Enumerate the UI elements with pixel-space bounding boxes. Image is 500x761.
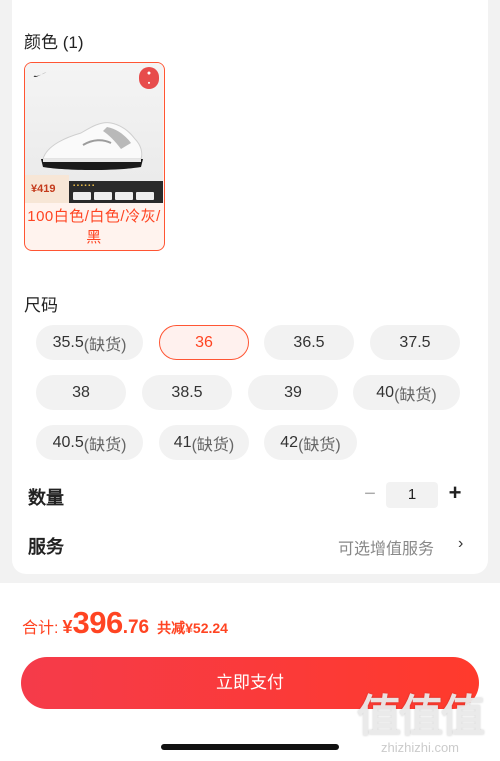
size-chip-39[interactable]: 39 [248,375,338,410]
total-label: 合计: [22,620,59,637]
promo-badge-icon: ● ▪ [139,67,159,89]
color-option-label: 100白色/白色/冷灰/黑 [27,208,161,246]
total-integer: 396 [72,605,123,640]
quantity-plus-button[interactable]: + [444,482,466,504]
size-chip-36[interactable]: 36 [159,325,249,360]
size-section-title: 尺码 [24,296,58,315]
size-chip-40-5[interactable]: 40.5 (缺货) [36,425,143,460]
sneaker-image [41,122,143,170]
size-chip-38-5[interactable]: 38.5 [142,375,232,410]
size-chip-40[interactable]: 40 (缺货) [353,375,460,410]
color-option-100[interactable]: ● ▪ ¥419 ▪ ▪ ▪ ▪ ▪ ▪ 100白色/白色/冷灰/黑 [24,62,165,251]
service-label: 服务 [28,537,64,557]
size-chip-41[interactable]: 41 (缺货) [159,425,249,460]
watermark-logo: 值值值 [357,692,485,741]
home-indicator[interactable] [161,744,339,750]
size-chip-42[interactable]: 42 (缺货) [264,425,357,460]
quantity-input[interactable]: 1 [386,482,438,508]
chevron-right-icon[interactable]: › [458,535,463,553]
order-total: 合计: ¥ 396 .76 共减¥52.24 [22,605,228,641]
total-currency: ¥ [62,617,73,637]
service-selector[interactable]: 可选增值服务 [338,535,434,559]
image-price: ¥419 [31,183,56,195]
size-chip-36-5[interactable]: 36.5 [264,325,354,360]
discount-amount: 共减¥52.24 [157,620,228,636]
watermark: 值值值 zhizhizhi.com [350,680,490,755]
size-chip-38[interactable]: 38 [36,375,126,410]
color-section-title: 颜色 (1) [24,33,84,52]
product-image: ● ▪ ¥419 ▪ ▪ ▪ ▪ ▪ ▪ [25,63,163,203]
total-decimal: .76 [122,617,150,638]
nike-logo-icon [33,72,47,77]
quantity-minus-button[interactable]: − [360,484,380,504]
size-chip-37-5[interactable]: 37.5 [370,325,460,360]
size-chip-35-5[interactable]: 35.5 (缺货) [36,325,143,360]
quantity-label: 数量 [28,488,64,508]
coupon-boxes [73,192,154,200]
promo-text-graphic: ▪ ▪ ▪ ▪ ▪ ▪ [73,183,95,189]
image-price-tag: ¥419 [25,175,69,203]
